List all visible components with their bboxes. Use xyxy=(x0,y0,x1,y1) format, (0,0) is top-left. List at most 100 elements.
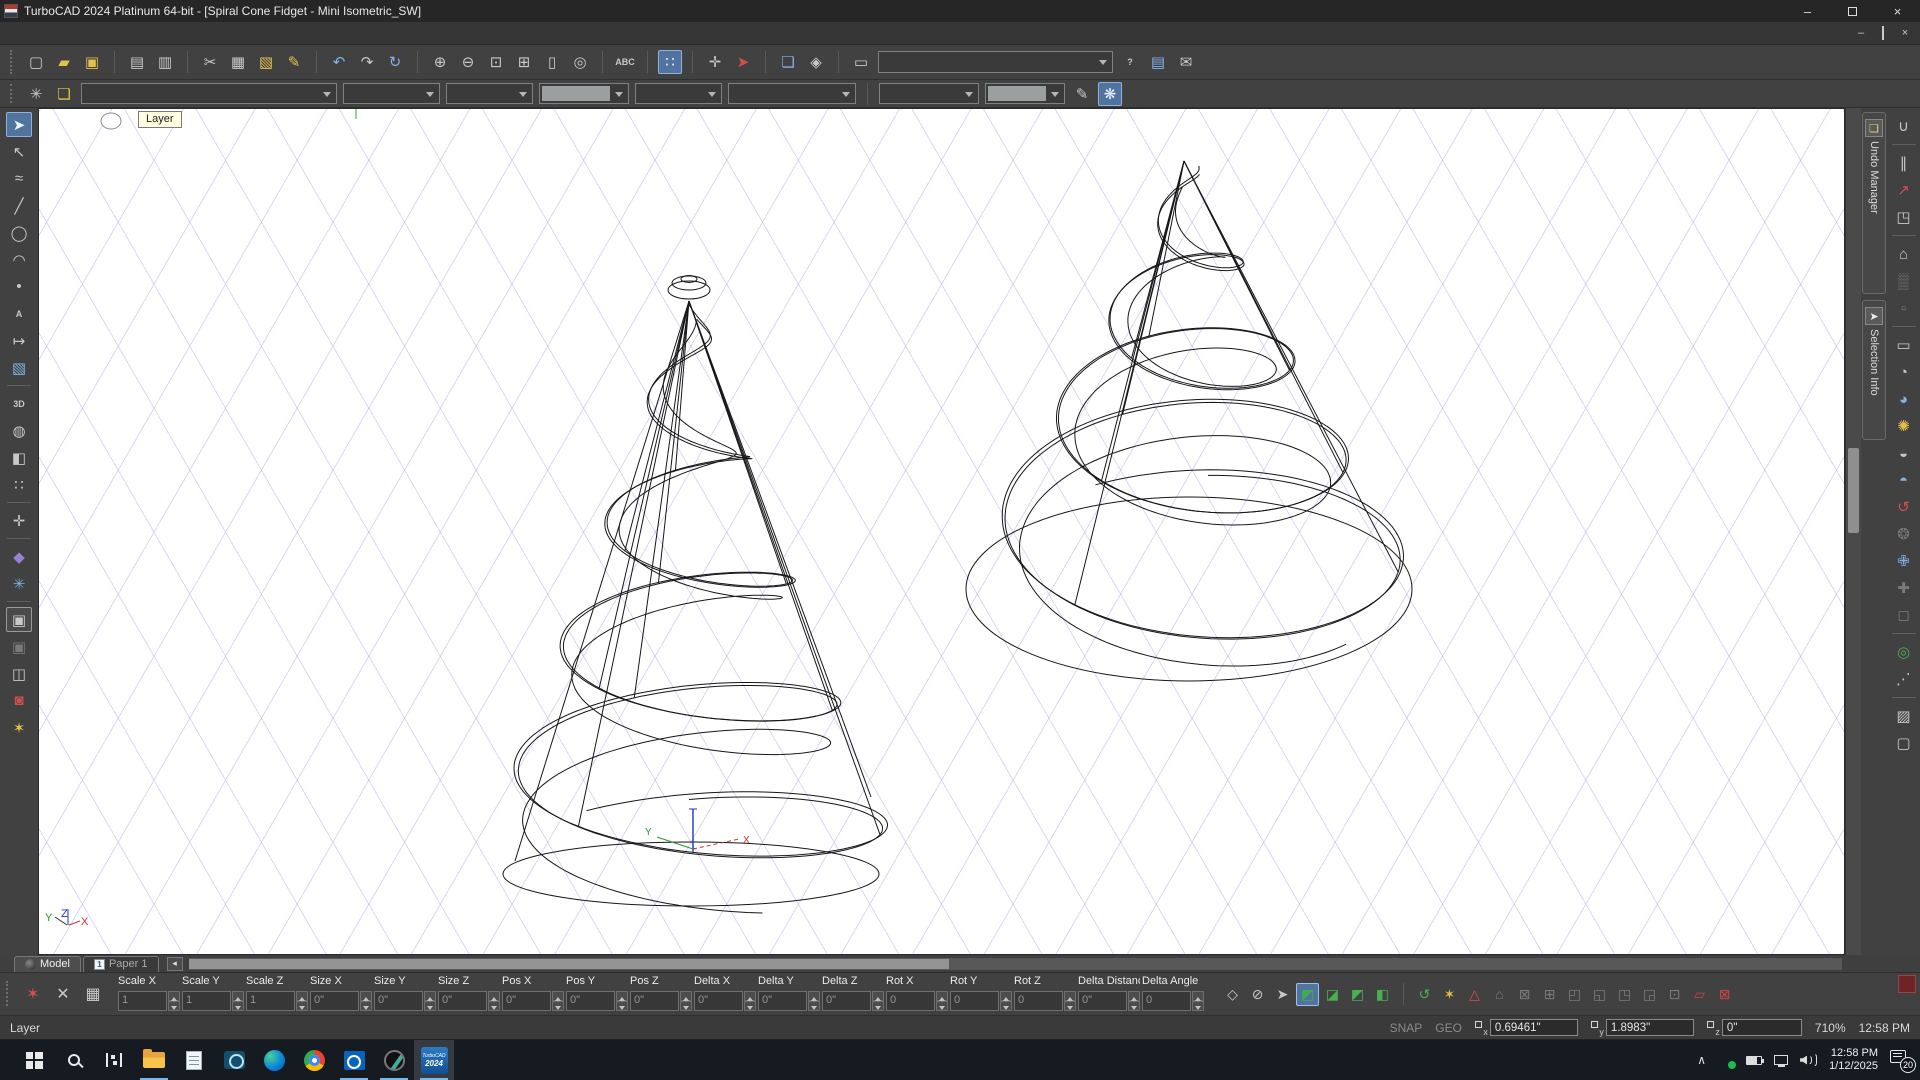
select-arrow-icon[interactable]: ➤ xyxy=(731,50,755,74)
minimize-button[interactable]: – xyxy=(1785,0,1830,22)
field-value[interactable]: 0" xyxy=(630,991,679,1011)
line-style-dropdown[interactable] xyxy=(343,83,440,104)
pen-color-dropdown[interactable] xyxy=(539,83,629,104)
format-painter-icon[interactable]: ✎ xyxy=(282,50,306,74)
new-from-template-icon[interactable]: ✶ xyxy=(6,715,32,740)
restore-button[interactable] xyxy=(1830,0,1875,22)
hierarchy-icon[interactable]: ⌂ xyxy=(1488,983,1511,1006)
whats-this-help-icon[interactable]: ? xyxy=(1118,50,1142,74)
select-mode-poly-icon[interactable]: ◪ xyxy=(1321,983,1344,1006)
box-nosnap-icon[interactable]: ⊘ xyxy=(1246,983,1269,1006)
z-coordinate-field[interactable]: 0" xyxy=(1722,1019,1802,1036)
line-width-dropdown[interactable] xyxy=(446,83,533,104)
point-icon[interactable]: • xyxy=(6,274,32,299)
media-app-button[interactable] xyxy=(374,1040,414,1080)
select-mode-fence-icon[interactable]: ◩ xyxy=(1346,983,1369,1006)
explode-icon[interactable]: ↗ xyxy=(1891,178,1917,202)
field-spinner[interactable] xyxy=(424,991,436,1011)
select-nodes-icon[interactable]: ▢ xyxy=(1891,731,1917,755)
battery-icon[interactable] xyxy=(1746,1056,1762,1065)
trim-icon[interactable]: ∥ xyxy=(1891,151,1917,175)
undo-manager-tab[interactable]: ❏ Undo Manager xyxy=(1862,112,1886,294)
print-icon[interactable]: ▤ xyxy=(125,50,149,74)
arc-icon[interactable]: ◠ xyxy=(6,247,32,272)
snap-indicator[interactable]: SNAP xyxy=(1390,1021,1423,1035)
screw-thread-icon[interactable]: ✙ xyxy=(1891,549,1917,573)
paint-bucket-icon[interactable]: ◧ xyxy=(6,445,32,470)
layer-dropdown[interactable] xyxy=(81,83,337,104)
field-value[interactable]: 0 xyxy=(1142,991,1191,1011)
surface-pen-icon[interactable]: ◕ xyxy=(1891,387,1917,411)
selection-info-alt-icon[interactable]: ▣ xyxy=(6,634,32,659)
properties-drag-handle[interactable] xyxy=(10,84,16,103)
sphere-pen-icon[interactable]: ◔ xyxy=(1891,360,1917,384)
task-view-button[interactable] xyxy=(94,1040,134,1080)
node-edit-icon[interactable]: ↖ xyxy=(6,139,32,164)
transform-c-icon[interactable]: ◳ xyxy=(1613,983,1636,1006)
network-icon[interactable] xyxy=(1774,1055,1788,1065)
model-tab[interactable]: Model xyxy=(14,956,81,972)
property-gear-icon[interactable]: ✳ xyxy=(24,82,48,106)
field-value[interactable]: 1 xyxy=(182,991,231,1011)
field-value[interactable]: 0" xyxy=(310,991,359,1011)
paper-tab[interactable]: 1 Paper 1 xyxy=(83,956,159,972)
shapes-icon[interactable]: ▧ xyxy=(6,355,32,380)
zoom-level[interactable]: 710% xyxy=(1815,1021,1846,1035)
spell-check-icon[interactable]: ABC xyxy=(613,50,637,74)
field-value[interactable]: 0" xyxy=(502,991,551,1011)
sphere-3d-icon[interactable]: ◍ xyxy=(6,418,32,443)
y-coordinate-field[interactable]: 1.8983" xyxy=(1606,1019,1694,1036)
inspector-corner-icon[interactable] xyxy=(1898,975,1916,993)
point-grid-icon[interactable]: ∷ xyxy=(6,472,32,497)
selection-table-icon[interactable]: ▦ xyxy=(80,981,106,1007)
field-value[interactable]: 0" xyxy=(822,991,871,1011)
field-spinner[interactable] xyxy=(296,991,308,1011)
aerial-snap-icon[interactable]: ✶ xyxy=(1438,983,1461,1006)
field-spinner[interactable] xyxy=(552,991,564,1011)
notepad-button[interactable] xyxy=(174,1040,214,1080)
revolve-icon[interactable]: ↺ xyxy=(1891,495,1917,519)
field-spinner[interactable] xyxy=(744,991,756,1011)
field-value[interactable]: 0" xyxy=(566,991,615,1011)
child-restore-button[interactable] xyxy=(1874,27,1892,39)
move-icon[interactable]: ✛ xyxy=(6,508,32,533)
speaker-icon[interactable] xyxy=(1800,1053,1817,1067)
lathe-icon[interactable]: ◒ xyxy=(1891,441,1917,465)
field-spinner[interactable] xyxy=(168,991,180,1011)
x-coordinate-field[interactable]: 0.69461" xyxy=(1490,1019,1578,1036)
open-folder-icon[interactable]: ▰ xyxy=(52,50,76,74)
field-value[interactable]: 0" xyxy=(1078,991,1127,1011)
line-icon[interactable]: ╱ xyxy=(6,193,32,218)
pick-image-icon[interactable]: ◫ xyxy=(6,661,32,686)
drawing-canvas[interactable]: YXYZX Layer xyxy=(38,108,1845,955)
cut-icon[interactable]: ✂ xyxy=(198,50,222,74)
field-spinner[interactable] xyxy=(360,991,372,1011)
horizontal-scrollbar[interactable] xyxy=(189,958,1843,970)
field-spinner[interactable] xyxy=(872,991,884,1011)
part-tree-icon[interactable]: ◆ xyxy=(6,544,32,569)
facet-icon[interactable]: ▫ xyxy=(1891,296,1917,320)
zoom-page-icon[interactable]: ▯ xyxy=(540,50,564,74)
mesh-gear-icon[interactable]: ❂ xyxy=(1891,522,1917,546)
field-spinner[interactable] xyxy=(936,991,948,1011)
address-book-icon[interactable]: ▤ xyxy=(1146,50,1170,74)
pen-edit-icon[interactable]: ✎ xyxy=(1070,82,1094,106)
sweep-icon[interactable]: ◓ xyxy=(1891,468,1917,492)
degrade-warning-icon[interactable]: △ xyxy=(1463,983,1486,1006)
snap-pick-icon[interactable]: ✛ xyxy=(703,50,727,74)
redo-icon[interactable]: ↷ xyxy=(355,50,379,74)
field-spinner[interactable] xyxy=(808,991,820,1011)
field-value[interactable]: 0" xyxy=(374,991,423,1011)
security-shield-icon[interactable] xyxy=(1718,1052,1734,1068)
extrude-icon[interactable]: ⌂ xyxy=(1891,242,1917,266)
redo-all-icon[interactable]: ↻ xyxy=(383,50,407,74)
clear-selection-icon[interactable]: ✕ xyxy=(50,981,76,1007)
paste-icon[interactable]: ▧ xyxy=(254,50,278,74)
render-config-dropdown[interactable] xyxy=(878,51,1113,73)
field-value[interactable]: 1 xyxy=(118,991,167,1011)
text-style-dropdown[interactable] xyxy=(879,83,979,104)
field-spinner[interactable] xyxy=(1064,991,1076,1011)
hatch-dropdown[interactable] xyxy=(728,83,856,104)
snap-mode-icon[interactable]: ✶ xyxy=(20,981,46,1007)
snap-grid-icon[interactable]: ∷ xyxy=(658,50,682,74)
